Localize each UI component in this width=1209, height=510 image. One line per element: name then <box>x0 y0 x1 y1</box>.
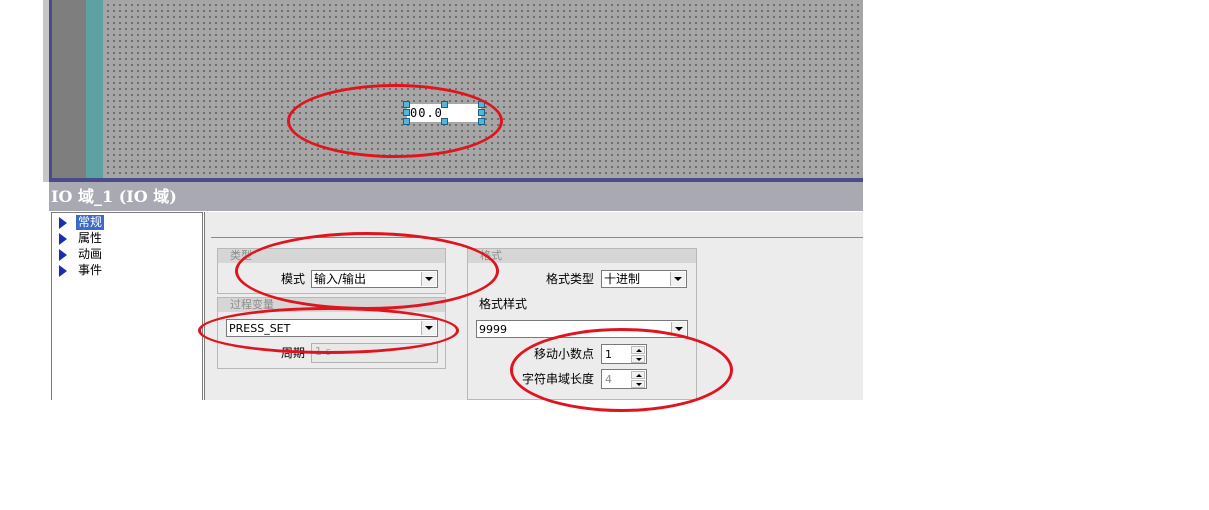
tree-item-label: 事件 <box>78 263 103 277</box>
properties-title: IO 域_1 (IO 域) <box>49 182 863 211</box>
format-type-value: 十进制 <box>604 272 641 286</box>
format-group-header: 格式 <box>468 249 696 263</box>
annotation-ellipse-process-tag <box>198 307 459 354</box>
arrow-right-icon <box>59 233 67 245</box>
format-type-label: 格式类型 <box>546 272 595 286</box>
dropdown-arrow-icon[interactable] <box>670 272 685 286</box>
annotation-ellipse-mode <box>235 232 499 310</box>
tree-item-general[interactable]: 常规 <box>52 215 202 230</box>
tree-item-animation[interactable]: 动画 <box>52 247 202 262</box>
annotation-ellipse-decimal <box>510 328 733 412</box>
tree-item-events[interactable]: 事件 <box>52 263 202 278</box>
screen-canvas[interactable]: 00.0 <box>103 0 863 178</box>
tree-item-label: 动画 <box>78 247 103 261</box>
left-gutter <box>52 0 86 178</box>
tree-item-label: 属性 <box>78 231 103 245</box>
screen-edge-strip <box>86 0 103 178</box>
arrow-right-icon <box>59 249 67 261</box>
arrow-right-icon <box>59 265 67 277</box>
format-pattern-label: 格式样式 <box>479 297 528 311</box>
format-pattern-value: 9999 <box>479 323 507 336</box>
property-tree: 常规 属性 动画 事件 <box>51 212 203 400</box>
tree-item-label: 常规 <box>76 215 105 230</box>
arrow-right-icon <box>59 217 67 229</box>
wincc-window: 00.0 IO 域_1 (IO 域) 常规 属性 动画 事件 类型 模式 输入/… <box>43 0 863 400</box>
annotation-ellipse-io-field <box>287 84 503 158</box>
tree-item-properties[interactable]: 属性 <box>52 231 202 246</box>
format-type-select[interactable]: 十进制 <box>601 270 687 288</box>
